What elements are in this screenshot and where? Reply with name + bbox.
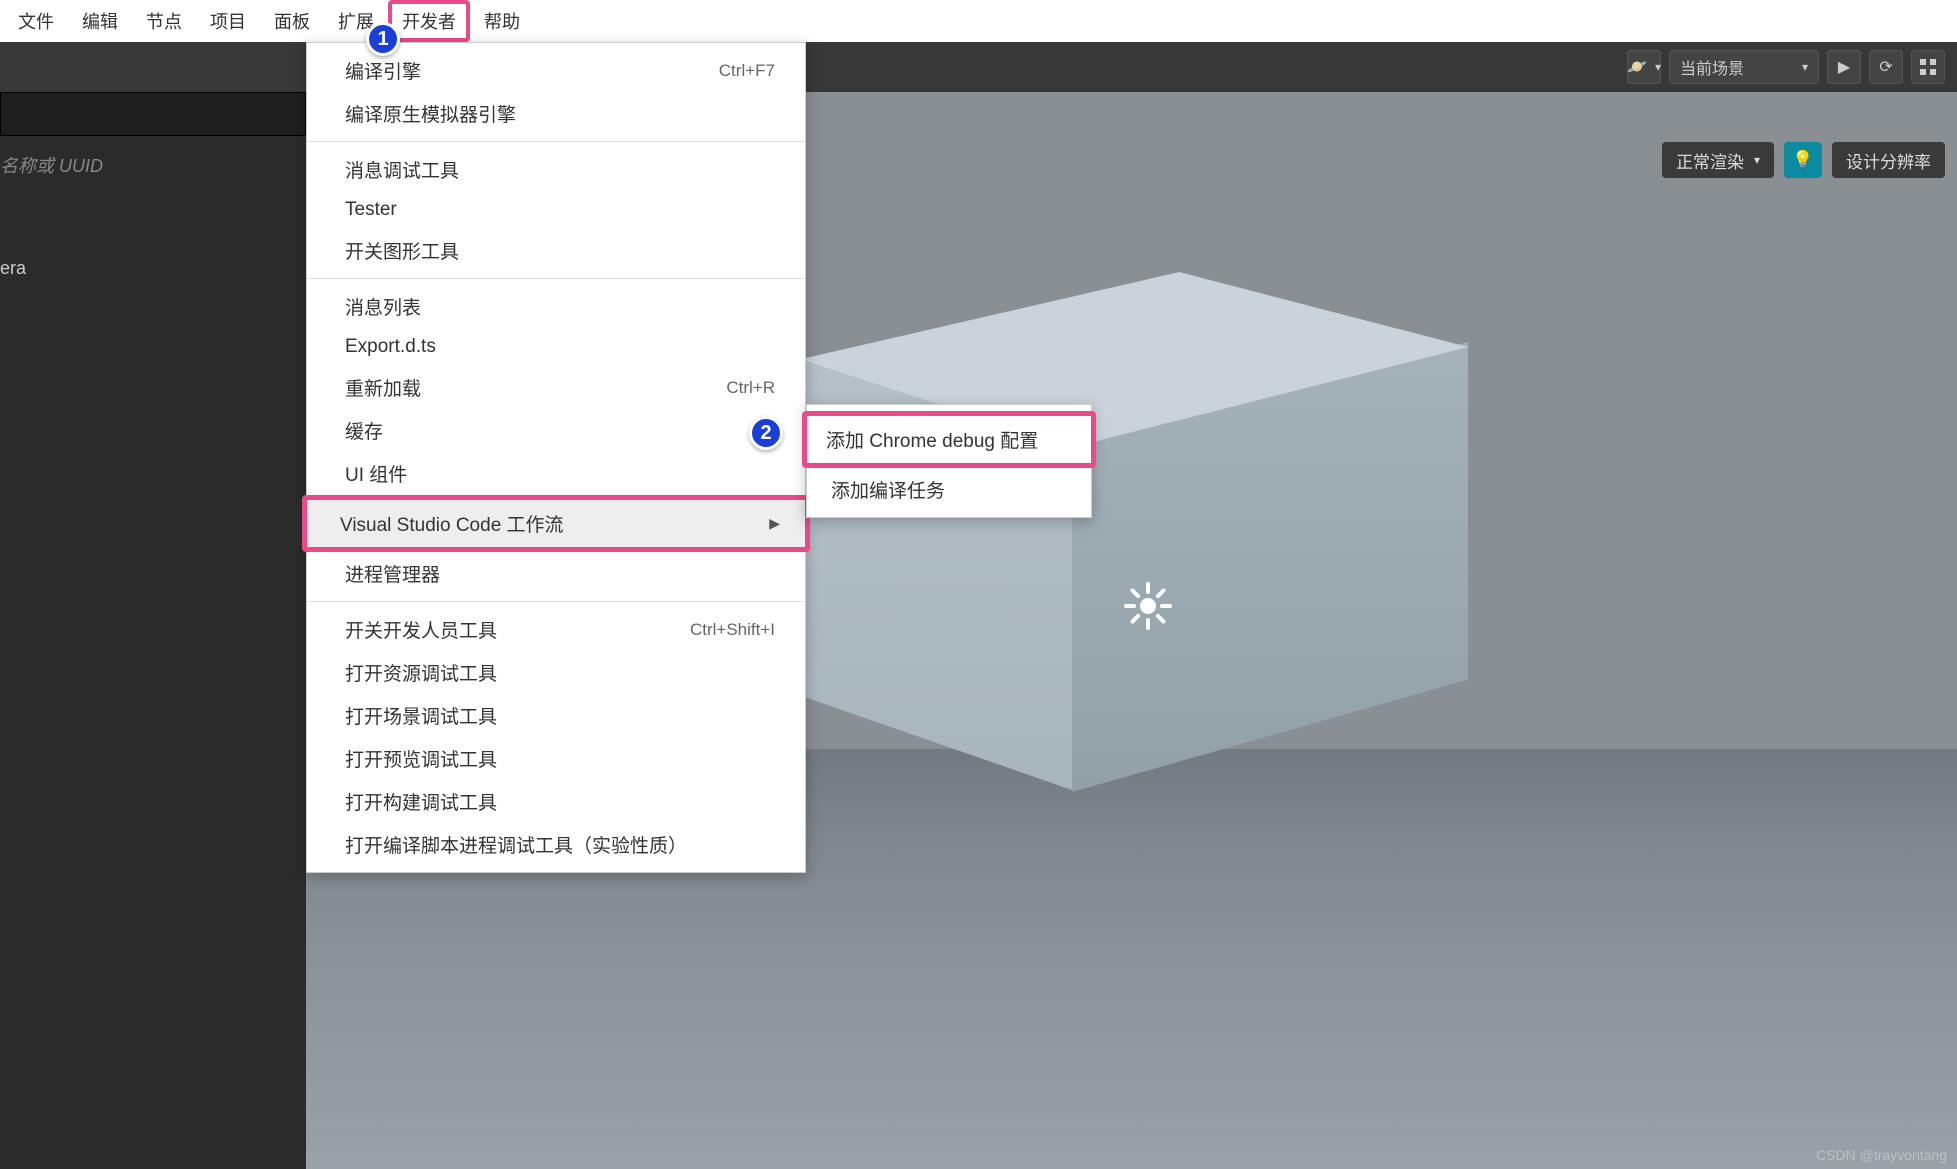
submenu-add-compile-task[interactable]: 添加编译任务 bbox=[807, 468, 1091, 511]
viewport-toolbar: 正常渲染 ▾ 💡 设计分辨率 bbox=[1662, 142, 1945, 178]
menu-message-debug-tool[interactable]: 消息调试工具 bbox=[307, 148, 805, 191]
menu-open-asset-debug[interactable]: 打开资源调试工具 bbox=[307, 651, 805, 694]
menu-message-list[interactable]: 消息列表 bbox=[307, 285, 805, 328]
render-mode-selector[interactable]: 正常渲染 ▾ bbox=[1662, 142, 1774, 178]
item-label: 开关开发人员工具 bbox=[345, 616, 497, 643]
menu-panel[interactable]: 面板 bbox=[260, 0, 324, 42]
item-shortcut: Ctrl+R bbox=[726, 378, 775, 398]
item-label: 消息列表 bbox=[345, 293, 421, 320]
item-label: 打开预览调试工具 bbox=[345, 745, 497, 772]
menu-open-preview-debug[interactable]: 打开预览调试工具 bbox=[307, 737, 805, 780]
vscode-workflow-submenu: 添加 Chrome debug 配置 添加编译任务 bbox=[806, 404, 1092, 518]
item-label: 消息调试工具 bbox=[345, 156, 459, 183]
item-label: 重新加载 bbox=[345, 374, 421, 401]
watermark: CSDN @trayvontang bbox=[1816, 1147, 1947, 1163]
developer-menu-dropdown: 编译引擎 Ctrl+F7 编译原生模拟器引擎 消息调试工具 Tester 开关图… bbox=[306, 42, 806, 873]
menu-help[interactable]: 帮助 bbox=[470, 0, 534, 42]
submenu-arrow-icon: ▶ bbox=[769, 515, 780, 532]
planet-icon: 🪐 bbox=[1627, 57, 1647, 77]
menu-cache[interactable]: 缓存 ▶ bbox=[307, 409, 805, 452]
render-mode-label: 正常渲染 bbox=[1676, 148, 1744, 173]
menu-edit[interactable]: 编辑 bbox=[68, 0, 132, 42]
submenu-add-chrome-debug-config[interactable]: 添加 Chrome debug 配置 bbox=[802, 411, 1096, 468]
menu-toggle-devtools[interactable]: 开关开发人员工具 Ctrl+Shift+I bbox=[307, 608, 805, 651]
menu-reload[interactable]: 重新加载 Ctrl+R bbox=[307, 366, 805, 409]
lightbulb-button[interactable]: 💡 bbox=[1784, 142, 1822, 178]
menu-toggle-graphics-tool[interactable]: 开关图形工具 bbox=[307, 229, 805, 272]
item-label: 编译引擎 bbox=[345, 57, 421, 84]
top-toolbar: 🪐 ▾ 当前场景 ▾ ▶ ⟳ bbox=[0, 42, 1957, 92]
item-shortcut: Ctrl+Shift+I bbox=[690, 620, 775, 640]
menubar: 文件 编辑 节点 项目 面板 扩展 开发者 帮助 bbox=[0, 0, 1957, 42]
item-label: 打开编译脚本进程调试工具（实验性质） bbox=[345, 831, 687, 858]
item-label: Tester bbox=[345, 199, 397, 221]
grid-icon bbox=[1919, 58, 1937, 76]
scene-selector[interactable]: 当前场景 ▾ bbox=[1669, 50, 1819, 84]
design-resolution-button[interactable]: 设计分辨率 bbox=[1832, 142, 1945, 178]
menu-process-manager[interactable]: 进程管理器 bbox=[307, 552, 805, 595]
item-label: 进程管理器 bbox=[345, 560, 440, 587]
annotation-badge-2: 2 bbox=[749, 416, 783, 450]
menu-open-scene-debug[interactable]: 打开场景调试工具 bbox=[307, 694, 805, 737]
menu-project[interactable]: 项目 bbox=[196, 0, 260, 42]
menu-separator bbox=[307, 601, 805, 602]
play-icon: ▶ bbox=[1838, 57, 1850, 77]
reload-button[interactable]: ⟳ bbox=[1869, 50, 1903, 84]
menu-developer-label: 开发者 bbox=[402, 12, 456, 32]
item-label: 开关图形工具 bbox=[345, 237, 459, 264]
menu-tester[interactable]: Tester bbox=[307, 191, 805, 229]
item-label: Visual Studio Code 工作流 bbox=[340, 510, 564, 537]
menu-open-compile-script-debug[interactable]: 打开编译脚本进程调试工具（实验性质） bbox=[307, 823, 805, 866]
hierarchy-panel: 名称或 UUID era bbox=[0, 136, 306, 1169]
scene-selector-label: 当前场景 bbox=[1680, 55, 1744, 79]
menu-export-dts[interactable]: Export.d.ts bbox=[307, 328, 805, 366]
menu-compile-native-sim-engine[interactable]: 编译原生模拟器引擎 bbox=[307, 92, 805, 135]
menu-node[interactable]: 节点 bbox=[132, 0, 196, 42]
item-label: Export.d.ts bbox=[345, 336, 436, 358]
play-button[interactable]: ▶ bbox=[1827, 50, 1861, 84]
menu-developer[interactable]: 开发者 bbox=[388, 0, 470, 42]
scene-cube bbox=[708, 272, 1468, 792]
chevron-down-icon: ▾ bbox=[1655, 60, 1661, 74]
grid-button[interactable] bbox=[1911, 50, 1945, 84]
item-label: 打开场景调试工具 bbox=[345, 702, 497, 729]
menu-separator bbox=[307, 141, 805, 142]
annotation-badge-1: 1 bbox=[366, 22, 400, 56]
design-resolution-label: 设计分辨率 bbox=[1846, 148, 1931, 173]
lightbulb-icon: 💡 bbox=[1792, 150, 1813, 170]
menu-open-build-debug[interactable]: 打开构建调试工具 bbox=[307, 780, 805, 823]
item-label: 打开资源调试工具 bbox=[345, 659, 497, 686]
item-label: 打开构建调试工具 bbox=[345, 788, 497, 815]
item-shortcut: Ctrl+F7 bbox=[719, 61, 775, 81]
hierarchy-search[interactable] bbox=[0, 92, 306, 136]
reload-icon: ⟳ bbox=[1879, 57, 1892, 77]
search-placeholder: 名称或 UUID bbox=[0, 146, 306, 184]
menu-separator bbox=[307, 278, 805, 279]
item-label: 编译原生模拟器引擎 bbox=[345, 100, 516, 127]
chevron-down-icon: ▾ bbox=[1754, 153, 1760, 167]
menu-ui-components[interactable]: UI 组件 bbox=[307, 452, 805, 495]
preview-platform-button[interactable]: 🪐 ▾ bbox=[1627, 50, 1661, 84]
chevron-down-icon: ▾ bbox=[1802, 60, 1808, 74]
light-gizmo[interactable] bbox=[1124, 582, 1172, 630]
menu-vscode-workflow[interactable]: Visual Studio Code 工作流 ▶ bbox=[302, 495, 810, 552]
hierarchy-item[interactable] bbox=[0, 333, 306, 361]
item-label: UI 组件 bbox=[345, 460, 407, 487]
menu-file[interactable]: 文件 bbox=[4, 0, 68, 42]
item-label: 缓存 bbox=[345, 417, 383, 444]
hierarchy-item[interactable]: era bbox=[0, 244, 306, 293]
